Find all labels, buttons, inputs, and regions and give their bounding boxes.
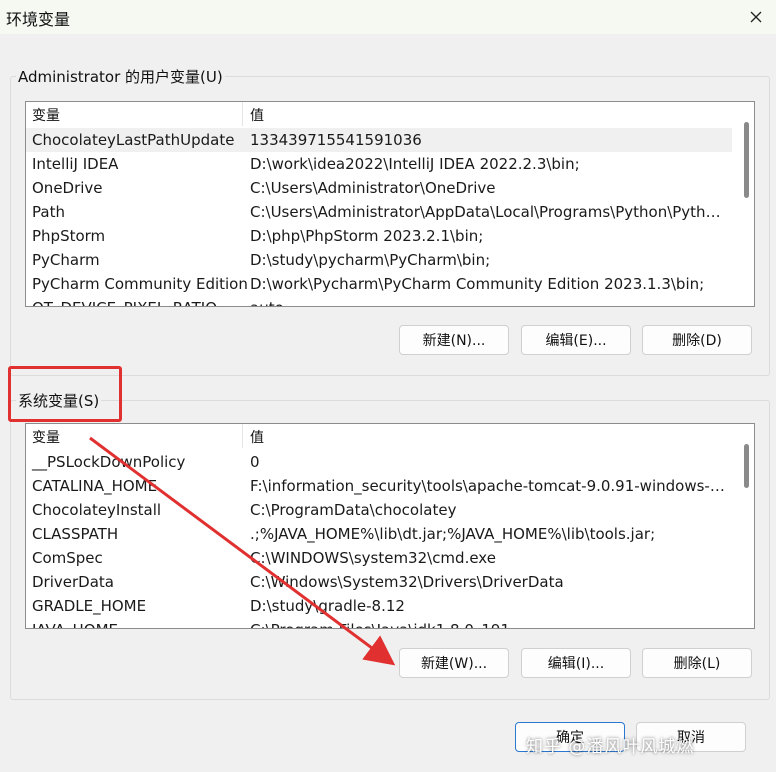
annotation-arrow (89, 436, 396, 666)
watermark: 知乎 @潘风叶风城燃 (526, 737, 695, 757)
